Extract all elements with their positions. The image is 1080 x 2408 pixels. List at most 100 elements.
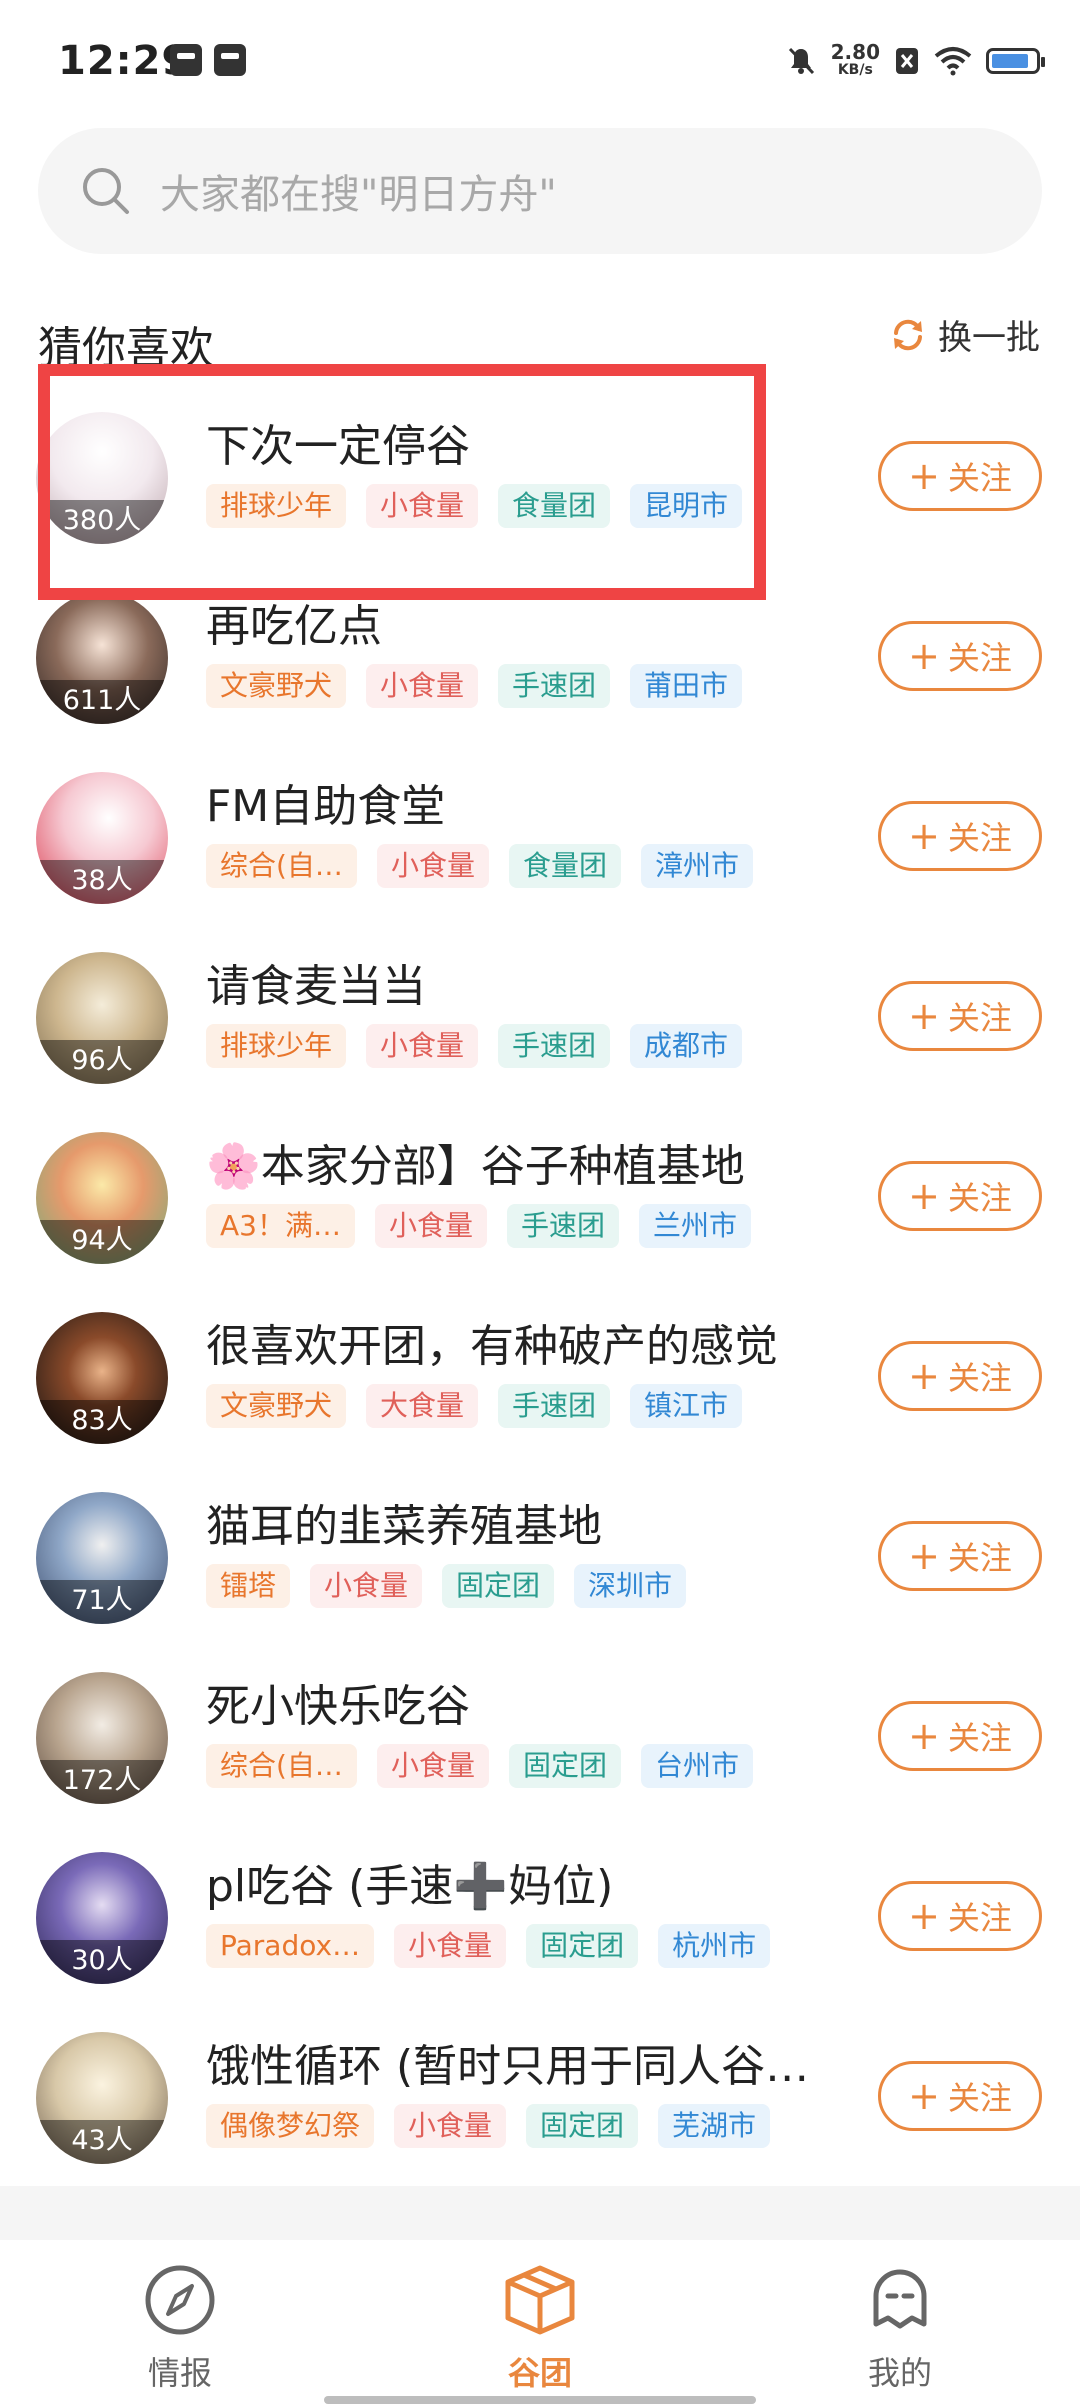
tag-fandom: 镭塔 — [206, 1564, 291, 1608]
member-count: 30人 — [36, 1940, 168, 1984]
bottom-nav: 情报 谷团 我的 — [0, 2240, 1080, 2408]
tag-fandom: Paradox… — [206, 1924, 375, 1968]
plus-icon: + — [908, 994, 940, 1038]
status-bar: 12:29 2.80 KB/s — [0, 0, 1080, 120]
avatar: 43人 — [36, 2032, 168, 2164]
battery-icon — [986, 48, 1045, 74]
follow-button[interactable]: + 关注 — [878, 1881, 1042, 1951]
nav-item-groups[interactable]: 谷团 — [460, 2262, 620, 2394]
home-indicator[interactable] — [324, 2396, 756, 2404]
tag-city: 芜湖市 — [658, 2104, 771, 2148]
tag-list: 偶像梦幻祭 小食量 固定团 芜湖市 — [206, 2104, 771, 2148]
group-name: FM自助食堂 — [206, 781, 446, 832]
list-item[interactable]: 611人 再吃亿点 文豪野犬 小食量 手速团 莆田市 + 关注 — [0, 580, 1080, 760]
tag-city: 深圳市 — [574, 1564, 687, 1608]
message-icon — [214, 44, 246, 76]
nav-item-intel[interactable]: 情报 — [100, 2262, 260, 2394]
tag-fandom: 综合(自… — [206, 1744, 357, 1788]
group-name: 很喜欢开团，有种破产的感觉 — [206, 1321, 778, 1372]
box-icon — [505, 2265, 575, 2335]
tag-appetite: 小食量 — [376, 844, 489, 888]
tag-appetite: 小食量 — [366, 664, 479, 708]
follow-button[interactable]: + 关注 — [878, 1161, 1042, 1231]
member-count: 38人 — [36, 860, 168, 904]
follow-button[interactable]: + 关注 — [878, 1521, 1042, 1591]
list-item[interactable]: 83人 很喜欢开团，有种破产的感觉 文豪野犬 大食量 手速团 镇江市 + 关注 — [0, 1300, 1080, 1480]
follow-button[interactable]: + 关注 — [878, 981, 1042, 1051]
plus-icon: + — [908, 634, 940, 678]
list-item[interactable]: 43人 饿性循环 (暂时只用于同人谷… 偶像梦幻祭 小食量 固定团 芜湖市 + … — [0, 2020, 1080, 2200]
group-name: 死小快乐吃谷 — [206, 1681, 470, 1732]
profile-icon — [873, 2269, 927, 2329]
refresh-label: 换一批 — [938, 318, 1040, 358]
plus-icon: + — [908, 454, 940, 498]
avatar: 172人 — [36, 1672, 168, 1804]
member-count: 611人 — [36, 680, 168, 724]
follow-button[interactable]: + 关注 — [878, 1341, 1042, 1411]
tag-type: 食量团 — [508, 844, 621, 888]
tag-city: 杭州市 — [658, 1924, 771, 1968]
tag-type: 手速团 — [507, 1204, 620, 1248]
tag-city: 成都市 — [630, 1024, 743, 1068]
plus-icon: + — [908, 1174, 940, 1218]
tag-type: 固定团 — [526, 2104, 639, 2148]
list-item[interactable]: 96人 请食麦当当 排球少年 小食量 手速团 成都市 + 关注 — [0, 940, 1080, 1120]
member-count: 172人 — [36, 1760, 168, 1804]
status-right: 2.80 KB/s — [785, 36, 1045, 86]
tag-fandom: 文豪野犬 — [206, 664, 347, 708]
member-count: 43人 — [36, 2120, 168, 2164]
tag-appetite: 小食量 — [310, 1564, 423, 1608]
follow-button[interactable]: + 关注 — [878, 621, 1042, 691]
tag-city: 漳州市 — [640, 844, 753, 888]
member-count: 96人 — [36, 1040, 168, 1084]
search-bar[interactable]: 大家都在搜"明日方舟" — [38, 128, 1042, 254]
list-item[interactable]: 172人 死小快乐吃谷 综合(自… 小食量 固定团 台州市 + 关注 — [0, 1660, 1080, 1840]
avatar: 611人 — [36, 592, 168, 724]
tag-list: 镭塔 小食量 固定团 深圳市 — [206, 1564, 687, 1608]
plus-icon: + — [908, 2074, 940, 2118]
tag-fandom: A3！满… — [206, 1204, 355, 1248]
avatar: 30人 — [36, 1852, 168, 1984]
tag-appetite: 小食量 — [394, 1924, 507, 1968]
list-item[interactable]: 94人 🌸本家分部】谷子种植基地 A3！满… 小食量 手速团 兰州市 + 关注 — [0, 1120, 1080, 1300]
group-name: 🌸本家分部】谷子种植基地 — [206, 1141, 745, 1192]
follow-button[interactable]: + 关注 — [878, 2061, 1042, 2131]
follow-button[interactable]: + 关注 — [878, 1701, 1042, 1771]
refresh-button[interactable]: 换一批 — [888, 310, 1040, 359]
search-icon — [83, 168, 129, 214]
highlight-box — [38, 364, 766, 600]
member-count: 94人 — [36, 1220, 168, 1264]
group-name: pl吃谷 (手速➕妈位) — [206, 1861, 614, 1912]
search-placeholder: 大家都在搜"明日方舟" — [160, 172, 557, 218]
plus-icon: + — [908, 814, 940, 858]
list-footer — [0, 2186, 1080, 2240]
tag-city: 莆田市 — [630, 664, 743, 708]
plus-icon: + — [908, 1894, 940, 1938]
tag-fandom: 文豪野犬 — [206, 1384, 347, 1428]
tag-list: A3！满… 小食量 手速团 兰州市 — [206, 1204, 752, 1248]
compass-icon — [145, 2265, 215, 2335]
list-item[interactable]: 38人 FM自助食堂 综合(自… 小食量 食量团 漳州市 + 关注 — [0, 760, 1080, 940]
follow-button[interactable]: + 关注 — [878, 441, 1042, 511]
plus-icon: + — [908, 1354, 940, 1398]
tag-list: Paradox… 小食量 固定团 杭州市 — [206, 1924, 771, 1968]
notification-icon — [170, 44, 202, 76]
tag-city: 兰州市 — [639, 1204, 752, 1248]
member-count: 71人 — [36, 1580, 168, 1624]
avatar: 71人 — [36, 1492, 168, 1624]
tag-type: 手速团 — [498, 1024, 611, 1068]
refresh-icon — [894, 319, 922, 350]
follow-button[interactable]: + 关注 — [878, 801, 1042, 871]
tag-type: 手速团 — [498, 1384, 611, 1428]
avatar: 38人 — [36, 772, 168, 904]
list-item[interactable]: 30人 pl吃谷 (手速➕妈位) Paradox… 小食量 固定团 杭州市 + … — [0, 1840, 1080, 2020]
tag-appetite: 大食量 — [366, 1384, 479, 1428]
nav-item-mine[interactable]: 我的 — [820, 2262, 980, 2394]
list-item[interactable]: 71人 猫耳的韭菜养殖基地 镭塔 小食量 固定团 深圳市 + 关注 — [0, 1480, 1080, 1660]
group-name: 请食麦当当 — [206, 961, 426, 1012]
tag-appetite: 小食量 — [376, 1744, 489, 1788]
tag-city: 镇江市 — [630, 1384, 743, 1428]
tag-list: 文豪野犬 大食量 手速团 镇江市 — [206, 1384, 743, 1428]
wifi-icon — [934, 47, 972, 76]
group-name: 猫耳的韭菜养殖基地 — [206, 1501, 602, 1552]
